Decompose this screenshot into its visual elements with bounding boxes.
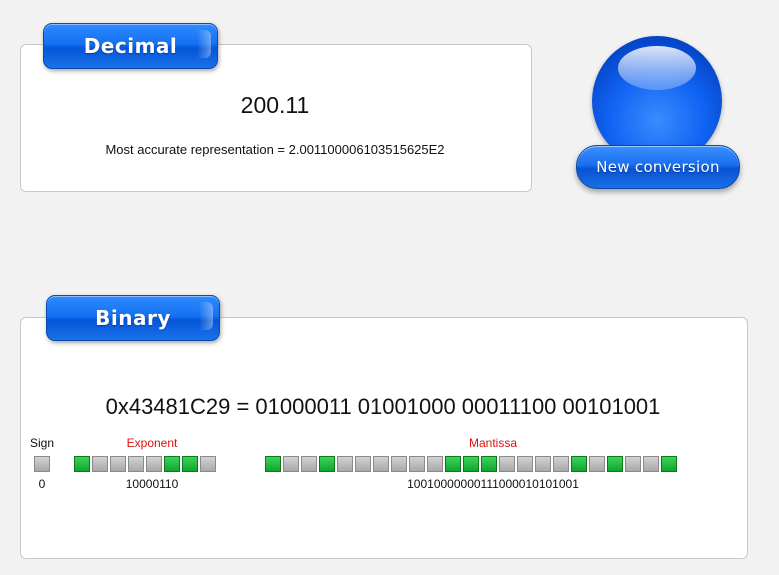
mantissa-bit-checkbox[interactable] bbox=[319, 456, 335, 472]
exponent-bit-checkbox[interactable] bbox=[110, 456, 126, 472]
binary-tab-label: Binary bbox=[95, 306, 171, 330]
exponent-bit-checkbox[interactable] bbox=[74, 456, 90, 472]
exponent-value: 10000110 bbox=[125, 477, 179, 491]
exponent-bit-checkbox[interactable] bbox=[182, 456, 198, 472]
exponent-bit-checkbox[interactable] bbox=[146, 456, 162, 472]
mantissa-bit-checkbox[interactable] bbox=[301, 456, 317, 472]
mantissa-bit-checkbox[interactable] bbox=[499, 456, 515, 472]
mantissa-bit-checkbox[interactable] bbox=[445, 456, 461, 472]
mantissa-label: Mantissa bbox=[468, 436, 518, 450]
mantissa-bit-checkbox[interactable] bbox=[337, 456, 353, 472]
decimal-tab[interactable]: Decimal bbox=[43, 23, 218, 69]
exponent-bit-checkbox[interactable] bbox=[200, 456, 216, 472]
exponent-label: Exponent bbox=[126, 436, 178, 450]
exponent-bit-checkbox[interactable] bbox=[164, 456, 180, 472]
mantissa-bit-checkbox[interactable] bbox=[517, 456, 533, 472]
mantissa-bit-checkbox[interactable] bbox=[607, 456, 623, 472]
sign-bit-checkbox[interactable] bbox=[34, 456, 50, 472]
mantissa-bits bbox=[265, 456, 677, 472]
exponent-bit-checkbox[interactable] bbox=[128, 456, 144, 472]
orb-highlight bbox=[618, 46, 696, 90]
mantissa-bit-checkbox[interactable] bbox=[643, 456, 659, 472]
mantissa-bit-checkbox[interactable] bbox=[553, 456, 569, 472]
mantissa-bit-checkbox[interactable] bbox=[355, 456, 371, 472]
mantissa-bit-checkbox[interactable] bbox=[283, 456, 299, 472]
sign-bits bbox=[34, 456, 50, 472]
sign-value: 0 bbox=[38, 477, 46, 491]
decimal-tab-label: Decimal bbox=[83, 34, 178, 58]
mantissa-bit-checkbox[interactable] bbox=[427, 456, 443, 472]
mantissa-value: 10010000000111000010101001 bbox=[407, 477, 579, 491]
hex-representation: 0x43481C29 = 01000011 01001000 00011100 … bbox=[105, 394, 661, 419]
mantissa-bit-checkbox[interactable] bbox=[625, 456, 641, 472]
mantissa-bit-checkbox[interactable] bbox=[391, 456, 407, 472]
new-conversion-button[interactable]: New conversion bbox=[576, 145, 740, 189]
mantissa-bit-checkbox[interactable] bbox=[589, 456, 605, 472]
mantissa-bit-checkbox[interactable] bbox=[571, 456, 587, 472]
mantissa-bit-checkbox[interactable] bbox=[409, 456, 425, 472]
mantissa-bit-checkbox[interactable] bbox=[373, 456, 389, 472]
mantissa-bit-checkbox[interactable] bbox=[661, 456, 677, 472]
exponent-bits bbox=[74, 456, 216, 472]
mantissa-bit-checkbox[interactable] bbox=[481, 456, 497, 472]
sign-label: Sign bbox=[29, 436, 55, 450]
binary-tab[interactable]: Binary bbox=[46, 295, 220, 341]
mantissa-bit-checkbox[interactable] bbox=[265, 456, 281, 472]
decimal-value: 200.11 bbox=[240, 92, 310, 118]
accurate-representation: Most accurate representation = 2.0011000… bbox=[105, 142, 445, 157]
mantissa-bit-checkbox[interactable] bbox=[535, 456, 551, 472]
mantissa-bit-checkbox[interactable] bbox=[463, 456, 479, 472]
new-conversion-label: New conversion bbox=[596, 158, 720, 176]
exponent-bit-checkbox[interactable] bbox=[92, 456, 108, 472]
